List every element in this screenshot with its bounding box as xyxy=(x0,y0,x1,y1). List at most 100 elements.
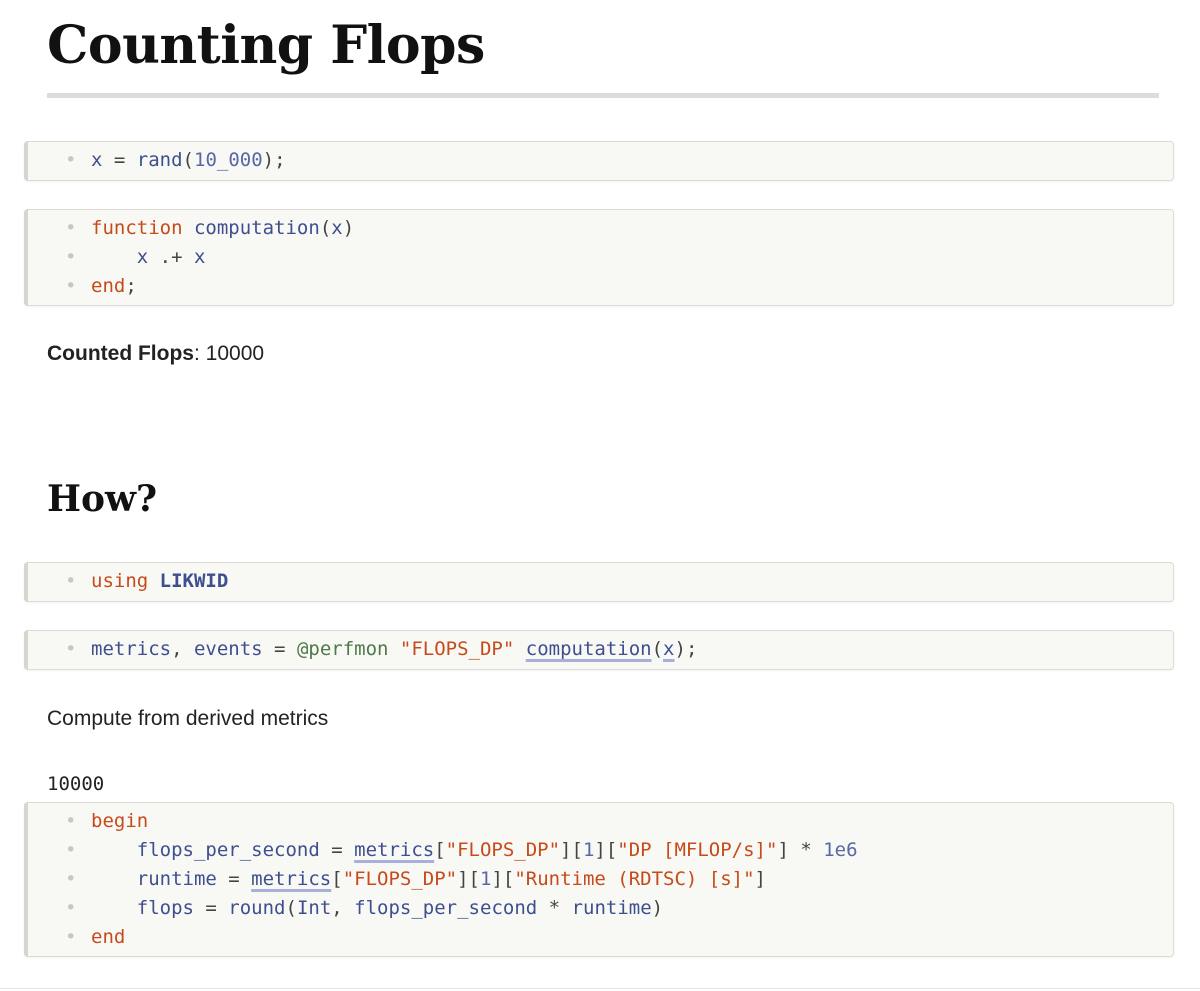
code-token: Int xyxy=(296,897,332,919)
page-title: Counting Flops xyxy=(47,15,485,76)
line-gutter-dot: • xyxy=(65,868,77,890)
code-token: LIKWID xyxy=(159,570,229,592)
counted-flops-label: Counted Flops xyxy=(47,342,194,365)
code-token: = xyxy=(216,868,252,890)
code-token: ); xyxy=(674,638,698,660)
code-cell-using[interactable]: • using LIKWID xyxy=(24,562,1174,602)
code-token: ) xyxy=(342,217,355,239)
code-token: function xyxy=(91,217,183,239)
code-cell-rand[interactable]: • x = rand(10_000); xyxy=(24,141,1174,181)
code-cell-derived[interactable]: • begin • flops_per_second = metrics["FLO… xyxy=(24,802,1174,957)
code-token: ( xyxy=(182,149,194,171)
code-token: 10_000 xyxy=(194,149,263,171)
code-token: ] xyxy=(777,839,801,861)
code-cell-function[interactable]: • function computation(x) • x .+ x • end; xyxy=(24,209,1174,306)
line-gutter-dot: • xyxy=(65,217,77,239)
code-token: = xyxy=(193,897,229,919)
title-divider xyxy=(47,93,1159,98)
line-gutter-dot: • xyxy=(65,638,77,660)
code-token: 1 xyxy=(582,839,595,861)
code-token-linked[interactable]: metrics xyxy=(251,868,331,890)
code-line: • x = rand(10_000); xyxy=(25,146,286,175)
code-token: round xyxy=(228,897,286,919)
code-token: events xyxy=(193,638,263,660)
markdown-text: Compute from derived metrics xyxy=(47,707,329,730)
code-line: • begin xyxy=(25,807,148,836)
line-gutter-dot: • xyxy=(65,246,77,268)
code-token-linked[interactable]: computation xyxy=(526,638,652,660)
code-token: * xyxy=(548,897,561,919)
code-token: flops_per_second xyxy=(136,839,320,861)
code-token: "DP [MFLOP/s]" xyxy=(617,839,778,861)
line-gutter-dot: • xyxy=(65,149,77,171)
code-token: @perfmon xyxy=(296,638,389,660)
line-gutter-dot: • xyxy=(65,897,77,919)
code-line: • runtime = metrics["FLOPS_DP"][1]["Runt… xyxy=(25,865,766,894)
line-gutter-dot: • xyxy=(65,810,77,832)
code-token: end xyxy=(91,926,126,948)
line-gutter-dot: • xyxy=(65,570,77,592)
code-token: * xyxy=(800,839,812,861)
code-token: = xyxy=(319,839,355,861)
section-heading: How? xyxy=(47,478,158,520)
code-token: ][ xyxy=(457,868,480,890)
code-token: flops_per_second xyxy=(354,897,538,919)
line-gutter-dot: • xyxy=(65,839,77,861)
code-token: ) xyxy=(651,897,664,919)
code-token: "FLOPS_DP" xyxy=(342,868,458,890)
code-token: ][ xyxy=(491,868,515,890)
code-token: x xyxy=(193,246,206,268)
code-cell-perfmon[interactable]: • metrics, events = @perfmon "FLOPS_DP" c… xyxy=(24,630,1174,670)
code-token: "Runtime (RDTSC) [s]" xyxy=(514,868,755,890)
code-line: • x .+ x xyxy=(25,243,205,272)
code-line: • metrics, events = @perfmon "FLOPS_DP" c… xyxy=(25,635,697,664)
code-token: x xyxy=(136,246,149,268)
code-token: rand xyxy=(136,149,183,171)
code-token: ); xyxy=(262,149,286,171)
code-token-linked[interactable]: metrics xyxy=(354,839,434,861)
code-token: metrics xyxy=(91,638,172,660)
code-token: = xyxy=(102,149,137,171)
code-token: = xyxy=(262,638,297,660)
code-token: 1 xyxy=(479,868,492,890)
line-gutter-dot: • xyxy=(65,275,77,297)
code-token: ( xyxy=(319,217,332,239)
code-token: begin xyxy=(91,810,149,832)
code-line: • end; xyxy=(25,272,137,301)
counted-flops-value: 10000 xyxy=(205,342,265,365)
line-gutter-dot: • xyxy=(65,926,77,948)
code-line: • end xyxy=(25,923,125,952)
code-token: runtime xyxy=(571,897,652,919)
code-token: computation xyxy=(193,217,320,239)
code-token: ][ xyxy=(594,839,618,861)
code-token: "FLOPS_DP" xyxy=(445,839,561,861)
code-token: .+ xyxy=(148,246,194,268)
code-token: ][ xyxy=(560,839,583,861)
code-token: , xyxy=(171,638,194,660)
code-token: [ xyxy=(434,839,446,861)
code-token: ; xyxy=(125,275,137,297)
code-token: x xyxy=(331,217,343,239)
cell-output-value: 10000 xyxy=(47,773,105,795)
code-token: runtime xyxy=(136,868,217,890)
code-line: • flops_per_second = metrics["FLOPS_DP"]… xyxy=(25,836,858,865)
code-token: , xyxy=(331,897,355,919)
code-token: flops xyxy=(136,897,194,919)
code-token: 1e6 xyxy=(823,839,858,861)
code-token: ] xyxy=(754,868,766,890)
code-token: ( xyxy=(285,897,297,919)
code-token: "FLOPS_DP" xyxy=(399,638,515,660)
page-bottom-divider xyxy=(0,988,1200,989)
counted-flops-output: Counted Flops: 10000 xyxy=(47,339,264,369)
code-token-linked[interactable]: x xyxy=(663,638,674,660)
code-token: ( xyxy=(651,638,664,660)
code-line: • using LIKWID xyxy=(25,567,228,596)
code-token: [ xyxy=(331,868,343,890)
code-token: using xyxy=(91,570,149,592)
code-token: end xyxy=(91,275,126,297)
